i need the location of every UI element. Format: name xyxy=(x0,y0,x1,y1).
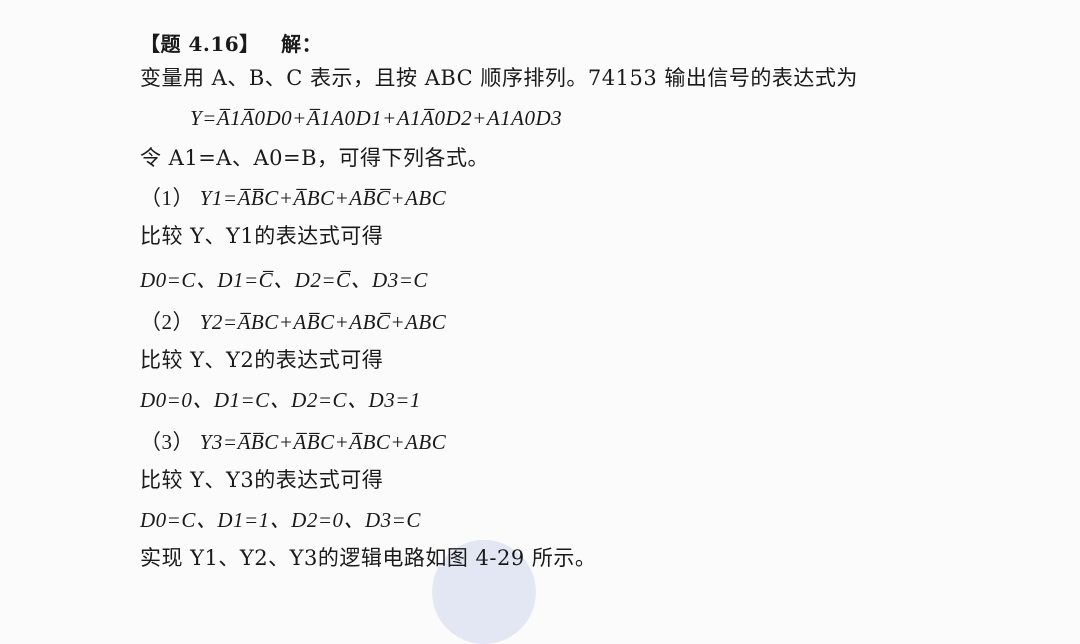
section-3-result: D0=C、D1=1、D2=0、D3=C xyxy=(140,508,421,532)
substitution-text: 令 A1=A、A0=B，可得下列各式。 xyxy=(140,146,490,170)
problem-number: 【题 4.16】 xyxy=(140,32,260,56)
section-1-result: D0=C、D1=C̅、D2=C̅、D3=C xyxy=(140,268,428,292)
section-3-compare: 比较 Y、Y3的表达式可得 xyxy=(140,468,384,492)
section-2-compare: 比较 Y、Y2的表达式可得 xyxy=(140,348,384,372)
document-page: 【题 4.16】 解： 变量用 A、B、C 表示，且按 ABC 顺序排列。741… xyxy=(0,0,1080,644)
section-1-expression: Y1=A̅B̅C+A̅BC+AB̅C̅+ABC xyxy=(199,186,447,210)
problem-header: 【题 4.16】 解： xyxy=(140,30,322,58)
intro-text: 变量用 A、B、C 表示，且按 ABC 顺序排列。74153 输出信号的表达式为 xyxy=(140,66,858,90)
section-2-expression-line: （2） Y2=A̅BC+AB̅C+ABC̅+ABC xyxy=(140,308,446,336)
section-3-expression-line: （3） Y3=A̅B̅C+A̅B̅C+A̅BC+ABC xyxy=(140,428,446,456)
section-1-label: （1） xyxy=(140,186,194,210)
section-2-result: D0=0、D1=C、D2=C、D3=1 xyxy=(140,388,421,412)
section-2-label: （2） xyxy=(140,310,194,334)
section-1-compare: 比较 Y、Y1的表达式可得 xyxy=(140,224,384,248)
conclusion-text: 实现 Y1、Y2、Y3的逻辑电路如图 4-29 所示。 xyxy=(140,546,597,570)
section-3-expression: Y3=A̅B̅C+A̅B̅C+A̅BC+ABC xyxy=(199,430,447,454)
main-expression: Y=A̅1A̅0D0+A̅1A0D1+A1A̅0D2+A1A0D3 xyxy=(190,106,563,130)
answer-label: 解： xyxy=(281,32,323,56)
section-3-label: （3） xyxy=(140,430,194,454)
section-2-expression: Y2=A̅BC+AB̅C+ABC̅+ABC xyxy=(199,310,447,334)
section-1-expression-line: （1） Y1=A̅B̅C+A̅BC+AB̅C̅+ABC xyxy=(140,184,446,212)
